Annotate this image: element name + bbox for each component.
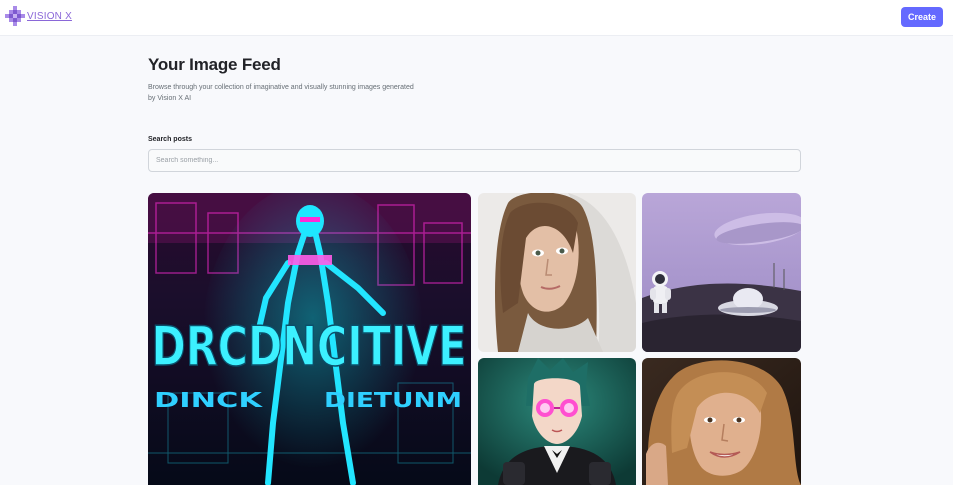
post-image-hooded-woman xyxy=(478,193,636,352)
search-label: Search posts xyxy=(148,136,192,143)
post-image-smiling-woman xyxy=(642,358,801,485)
post-card-cyberpunk[interactable]: DRCDNCITIVE DINCK DIETUNM xyxy=(148,193,471,485)
post-image-anime-boy xyxy=(478,358,636,485)
search-input[interactable] xyxy=(148,149,801,172)
page-subtitle: Browse through your collection of imagin… xyxy=(148,84,414,102)
logo-icon xyxy=(5,6,25,26)
poster-text-right: DIETUNM xyxy=(324,388,462,412)
logo-text: VISION X xyxy=(27,10,72,22)
post-card-smiling-woman[interactable] xyxy=(642,358,801,485)
post-card-anime-boy[interactable] xyxy=(478,358,636,485)
poster-text-left: DINCK xyxy=(154,388,264,412)
top-header: VISION X Create xyxy=(0,0,953,36)
create-button[interactable]: Create xyxy=(901,7,943,27)
logo-link[interactable]: VISION X xyxy=(5,6,72,26)
page-title: Your Image Feed xyxy=(148,55,281,74)
post-card-astronaut[interactable] xyxy=(642,193,801,352)
post-image-cyberpunk: DRCDNCITIVE DINCK DIETUNM xyxy=(148,193,471,485)
post-card-hooded-woman[interactable] xyxy=(478,193,636,352)
poster-text-main: DRCDNCITIVE xyxy=(152,315,467,378)
post-image-astronaut xyxy=(642,193,801,352)
